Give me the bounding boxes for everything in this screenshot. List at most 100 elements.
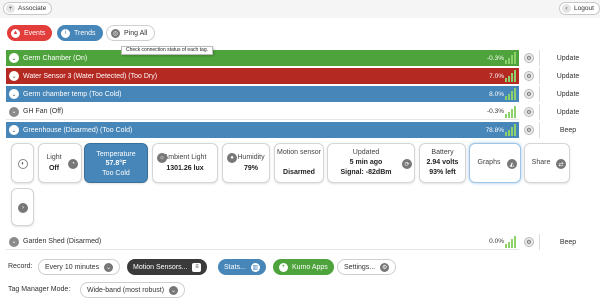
- refresh-icon[interactable]: ⟳: [402, 159, 412, 169]
- logout-label: Logout: [574, 5, 594, 12]
- more-tile[interactable]: ›: [11, 188, 34, 226]
- beep-button[interactable]: Beep: [539, 234, 596, 250]
- update-button[interactable]: Update: [539, 68, 596, 84]
- battery-label: Battery: [431, 149, 454, 156]
- warning-icon: ▲: [11, 28, 20, 38]
- motion-sensor-label: Motion sensor: [277, 149, 321, 156]
- events-button[interactable]: ▲ Events: [7, 25, 53, 41]
- tag-bar[interactable]: ⌄ Germ Chamber (On) -0.3%: [6, 50, 519, 66]
- ambient-light-tile[interactable]: Ambient Light 1301.26 lux ☼: [152, 143, 218, 183]
- ping-all-label: Ping All: [124, 29, 148, 37]
- logout-icon: ‹: [562, 4, 571, 13]
- gear-icon[interactable]: ⚙: [524, 237, 534, 247]
- settings-button[interactable]: Settings... ⚙: [337, 259, 397, 275]
- chevron-down-icon[interactable]: ⌄: [9, 125, 19, 135]
- updated-label: Updated: [352, 149, 380, 156]
- expand-tile[interactable]: ◐: [11, 143, 34, 183]
- chart-icon: ▥: [250, 262, 260, 272]
- kumo-apps-label: Kumo Apps: [292, 263, 328, 271]
- tag-row[interactable]: ⌄ Garden Shed (Disarmed) 0.0% ⚙ Beep: [6, 234, 596, 250]
- stats-button[interactable]: Stats... ▥: [218, 259, 266, 275]
- tag-row[interactable]: ⌄ Greenhouse (Disarmed) (Too Cold) 78.8%…: [6, 122, 596, 138]
- temperature-status: Too Cold: [102, 170, 130, 177]
- tag-name: Greenhouse (Disarmed) (Too Cold): [23, 126, 133, 134]
- record-label: Record:: [8, 263, 33, 270]
- motion-sensor-tile[interactable]: Motion sensor Disarmed: [274, 143, 324, 183]
- info-icon: i: [61, 28, 70, 38]
- updated-tile[interactable]: Updated 5 min ago Signal: -82dBm ⟳: [327, 143, 415, 183]
- tag-bar[interactable]: ⌄ Water Sensor 3 (Water Detected) (Too D…: [6, 68, 519, 84]
- chevron-down-icon[interactable]: ⌄: [9, 236, 19, 247]
- chevron-down-icon[interactable]: ⌄: [9, 89, 19, 99]
- ambient-light-value: 1301.26 lux: [166, 165, 204, 172]
- share-icon: ⇄: [556, 159, 566, 169]
- gear-icon[interactable]: ⚙: [524, 71, 534, 81]
- tag-name: Germ Chamber (On): [23, 54, 88, 62]
- signal-bars-icon: [505, 124, 517, 136]
- tag-name: Germ chamber temp (Too Cold): [23, 90, 122, 98]
- tag-name: GH Fan (Off): [23, 108, 64, 115]
- light-icon: ◔: [68, 159, 78, 169]
- ping-all-button[interactable]: ◎ Ping All: [106, 25, 156, 41]
- signal-bars-icon: [505, 106, 517, 118]
- chevron-down-icon[interactable]: ⌄: [9, 106, 19, 117]
- beep-button[interactable]: Beep: [539, 122, 596, 138]
- gear-icon[interactable]: ⚙: [524, 89, 534, 99]
- light-value: Off: [48, 165, 60, 172]
- mode-select[interactable]: Wide-band (most robust) ⌄: [80, 282, 186, 298]
- signal-bars-icon: [505, 88, 517, 100]
- gear-icon: ⚙: [380, 262, 390, 272]
- tag-signal: 8.0%: [489, 90, 504, 98]
- update-button[interactable]: Update: [539, 50, 596, 66]
- tag-signal: 7.0%: [489, 72, 504, 80]
- share-tile[interactable]: Share ⇄: [524, 143, 570, 183]
- associate-label: Associate: [18, 5, 47, 12]
- gear-icon[interactable]: ⚙: [524, 125, 534, 135]
- tag-row[interactable]: ⌄ Germ Chamber (On) -0.3% ⚙ Update: [6, 50, 596, 66]
- tag-signal: -0.3%: [487, 108, 504, 115]
- graphs-tile[interactable]: Graphs ◭: [469, 143, 521, 183]
- light-label: Light: [46, 154, 62, 161]
- gear-icon[interactable]: ⚙: [524, 107, 534, 117]
- events-label: Events: [24, 29, 46, 37]
- associate-button[interactable]: + Associate: [3, 2, 53, 15]
- tag-name: Garden Shed (Disarmed): [23, 238, 102, 245]
- temperature-label: Temperature: [96, 151, 136, 158]
- chevron-down-icon: ⌄: [104, 262, 114, 272]
- record-interval-select[interactable]: Every 10 minutes ⌄: [38, 259, 121, 275]
- toggle-icon: ◐: [18, 159, 28, 169]
- trends-button[interactable]: i Trends: [57, 25, 103, 41]
- trends-label: Trends: [74, 29, 96, 37]
- tag-row[interactable]: ⌄ Water Sensor 3 (Water Detected) (Too D…: [6, 68, 596, 84]
- humidity-value: 79%: [243, 165, 258, 172]
- logout-button[interactable]: ‹ Logout: [559, 2, 600, 15]
- humidity-tile[interactable]: Humidity 79% ●: [222, 143, 270, 183]
- update-button[interactable]: Update: [539, 104, 596, 120]
- tag-bar[interactable]: ⌄ GH Fan (Off) -0.3%: [6, 104, 519, 120]
- battery-left: 93% left: [429, 169, 456, 176]
- signal-bars-icon: [505, 236, 517, 248]
- motion-sensor-value: Disarmed: [283, 169, 315, 176]
- tag-bar[interactable]: ⌄ Greenhouse (Disarmed) (Too Cold) 78.8%: [6, 122, 519, 138]
- tag-row[interactable]: ⌄ GH Fan (Off) -0.3% ⚙ Update: [6, 104, 596, 120]
- updated-value: 5 min ago: [349, 159, 383, 166]
- battery-value: 2.94 volts: [426, 159, 459, 166]
- chevron-down-icon[interactable]: ⌄: [9, 53, 19, 63]
- kumo-apps-button[interactable]: + Kumo Apps: [273, 259, 334, 275]
- stats-label: Stats...: [224, 263, 246, 271]
- tag-signal: -0.3%: [487, 54, 504, 62]
- motion-sensors-button[interactable]: Motion Sensors... ≡: [127, 259, 208, 275]
- ping-tooltip: Check connection status of each tag.: [121, 46, 213, 55]
- update-button[interactable]: Update: [539, 86, 596, 102]
- arrow-right-icon: ›: [18, 203, 28, 213]
- tag-row[interactable]: ⌄ Germ chamber temp (Too Cold) 8.0% ⚙ Up…: [6, 86, 596, 102]
- updated-signal: Signal: -82dBm: [340, 169, 392, 176]
- gear-icon[interactable]: ⚙: [524, 53, 534, 63]
- tag-name: Water Sensor 3 (Water Detected) (Too Dry…: [23, 72, 158, 80]
- tag-bar[interactable]: ⌄ Germ chamber temp (Too Cold) 8.0%: [6, 86, 519, 102]
- chevron-down-icon[interactable]: ⌄: [9, 71, 19, 81]
- tag-bar[interactable]: ⌄ Garden Shed (Disarmed) 0.0%: [6, 234, 519, 250]
- battery-tile[interactable]: Battery 2.94 volts 93% left: [419, 143, 466, 183]
- light-tile[interactable]: Light Off ◔: [38, 143, 82, 183]
- temperature-tile[interactable]: Temperature 57.8°F Too Cold: [84, 143, 148, 183]
